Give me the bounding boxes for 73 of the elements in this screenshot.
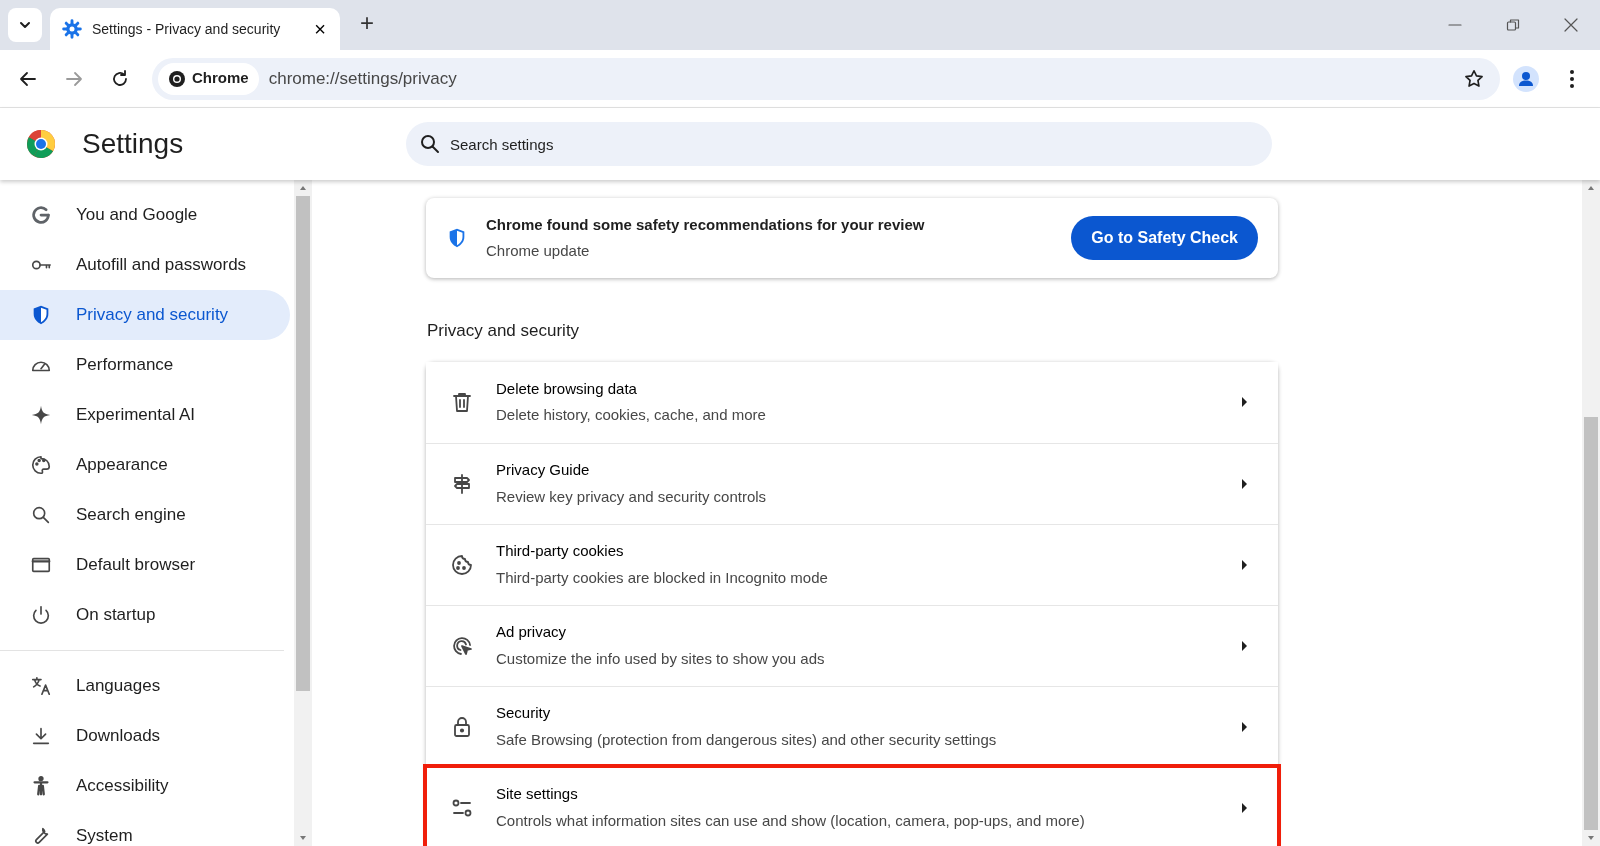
settings-row[interactable]: Privacy Guide Review key privacy and security controls <box>426 442 1278 524</box>
settings-row[interactable]: Security Safe Browsing (protection from dangerous sites) and other security settings <box>426 685 1278 767</box>
search-icon <box>420 134 440 154</box>
row-title: Privacy Guide <box>496 460 591 480</box>
sidebar-scrollbar[interactable] <box>294 180 312 846</box>
caret-right-icon <box>1240 801 1248 814</box>
new-tab-button[interactable]: + <box>354 4 380 42</box>
caret-right-icon <box>1240 396 1248 408</box>
chrome-logo-icon <box>26 129 56 159</box>
sidebar-item[interactable]: Experimental AI <box>0 390 290 440</box>
tab-list-button[interactable] <box>8 8 42 42</box>
download-icon <box>30 725 52 747</box>
star-icon <box>1463 67 1485 90</box>
more-vertical-icon <box>1569 68 1575 89</box>
sidebar-item[interactable]: Default browser <box>0 540 290 590</box>
site-info-chip[interactable]: Chrome <box>158 62 259 95</box>
google-g-icon <box>30 204 52 226</box>
gear-icon <box>62 19 82 39</box>
settings-row[interactable]: Site settings Controls what information sites can use and show (location, camera, pop-ups, and more) <box>426 766 1278 846</box>
safety-title: Chrome found some safety recommendations for your review <box>486 214 925 235</box>
sidebar-item[interactable]: Autofill and passwords <box>0 240 290 290</box>
cookie-icon <box>450 552 474 577</box>
sidebar-item[interactable]: Privacy and security <box>0 290 290 340</box>
chrome-logo-icon <box>168 69 186 88</box>
sidebar-item[interactable]: System <box>0 811 290 846</box>
row-description: Delete history, cookies, cache, and more <box>496 405 767 425</box>
row-title: Delete browsing data <box>496 378 638 399</box>
person-icon <box>30 775 52 797</box>
trash-icon <box>450 390 474 414</box>
row-description: Review key privacy and security controls <box>496 486 768 507</box>
browser-tab[interactable]: Settings - Privacy and security × <box>50 8 340 50</box>
palette-icon <box>30 454 52 476</box>
sidebar-item[interactable]: Search engine <box>0 490 290 540</box>
sidebar-item[interactable]: Languages <box>0 661 290 711</box>
caret-right-icon <box>1240 477 1248 490</box>
section-heading: Privacy and security <box>427 320 581 342</box>
close-icon <box>1564 18 1578 32</box>
tab-close-button[interactable]: × <box>310 19 330 39</box>
caret-right-icon <box>1240 639 1248 652</box>
sidebar-item[interactable]: Appearance <box>0 440 290 490</box>
url-text: chrome://settings/privacy <box>268 67 458 90</box>
sidebar-item[interactable]: Downloads <box>0 711 290 761</box>
row-title: Security <box>496 703 552 723</box>
reload-icon <box>110 68 130 89</box>
tab-title: Settings - Privacy and security <box>92 19 281 39</box>
row-title: Ad privacy <box>496 622 568 642</box>
settings-title: Settings <box>82 127 185 161</box>
row-description: Controls what information sites can use and show (location, camera, pop-ups, and more) <box>496 810 1086 831</box>
address-bar[interactable]: Chrome chrome://settings/privacy <box>152 57 1500 100</box>
restore-icon <box>1506 18 1520 32</box>
settings-row[interactable]: Third-party cookies Third-party cookies are blocked in Incognito mode <box>426 523 1278 605</box>
row-description: Customize the info used by sites to show you ads <box>496 648 826 669</box>
translate-icon <box>30 675 52 697</box>
person-icon <box>1512 64 1540 93</box>
power-icon <box>30 604 52 626</box>
caret-right-icon <box>1240 558 1248 571</box>
settings-row[interactable]: Ad privacy Customize the info used by sites to show you ads <box>426 604 1278 686</box>
page-scrollbar[interactable] <box>1582 180 1600 846</box>
sidebar-item[interactable]: Accessibility <box>0 761 290 811</box>
settings-row[interactable]: Delete browsing data Delete history, cookies, cache, and more <box>426 361 1278 443</box>
sidebar-item[interactable]: Performance <box>0 340 290 390</box>
sidebar-item[interactable]: On startup <box>0 590 290 640</box>
caret-right-icon <box>1240 720 1248 733</box>
row-title: Third-party cookies <box>496 541 625 561</box>
safety-check-button[interactable]: Go to Safety Check <box>1071 216 1258 260</box>
row-title: Site settings <box>496 784 579 804</box>
safety-subtitle: Chrome update <box>486 241 591 261</box>
row-description: Third-party cookies are blocked in Incognito mode <box>496 567 829 588</box>
search-icon <box>30 504 52 526</box>
chip-label: Chrome <box>192 68 249 89</box>
row-description: Safe Browsing (protection from dangerous sites) and other security settings <box>496 729 998 750</box>
search-field[interactable]: Search settings <box>406 122 1272 166</box>
sidebar-item[interactable]: You and Google <box>0 190 290 240</box>
